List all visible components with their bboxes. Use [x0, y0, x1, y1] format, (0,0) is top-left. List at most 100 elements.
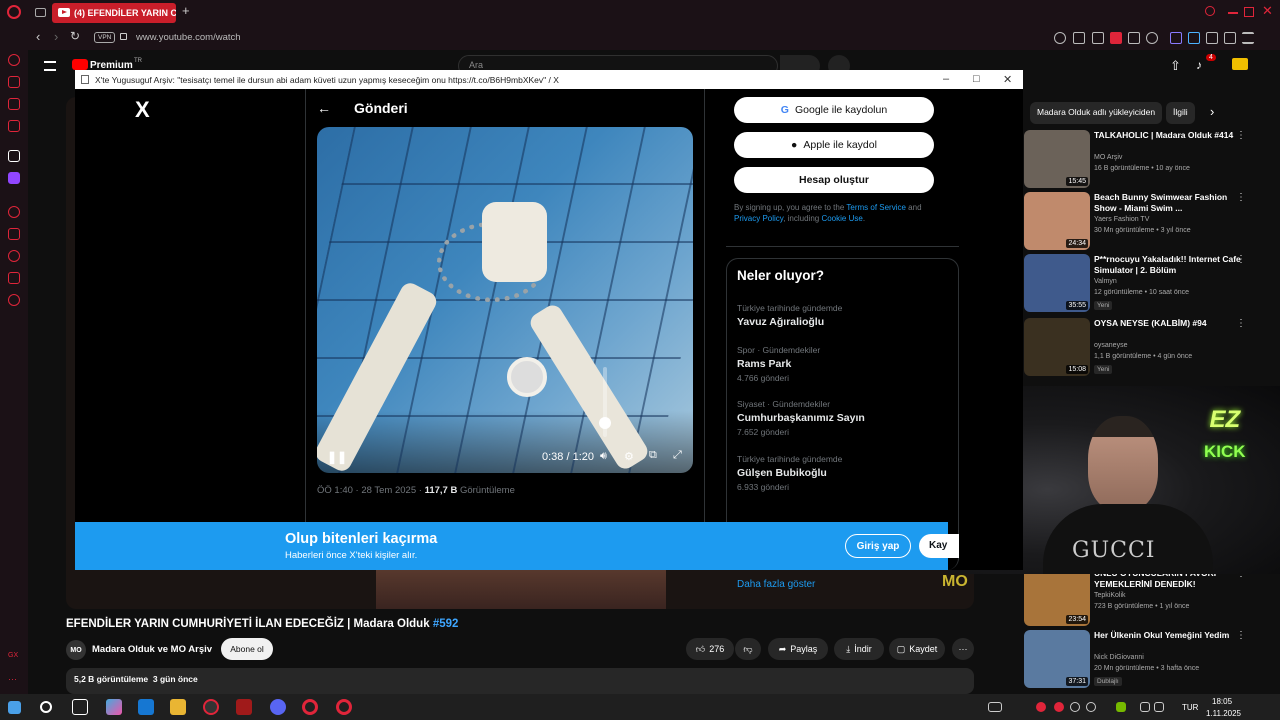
clock-time[interactable]: 18:05 [1212, 697, 1232, 706]
more-sidebar-icon[interactable]: ··· [8, 674, 20, 686]
recommendation-item[interactable]: 23:54 ÜNLÜ OYUNCULARIN FAVORİ YEMEKLERİN… [1024, 568, 1260, 626]
rec-channel[interactable]: Nick DiGiovanni [1094, 654, 1144, 661]
like-button[interactable]: 👍︎ 276 [686, 638, 734, 660]
trend-name[interactable]: Cumhurbaşkanımız Sayın [737, 412, 865, 424]
bag-icon[interactable] [8, 76, 20, 88]
back-arrow-icon[interactable]: ← [317, 100, 331, 116]
history-icon[interactable] [8, 250, 20, 262]
rec-title[interactable]: P**rnocuyu Yakaladık!! Internet Cafe Sim… [1094, 254, 1244, 276]
channel-avatar[interactable]: MO [66, 640, 86, 660]
rec-thumbnail[interactable]: 37:31 [1024, 630, 1090, 688]
rec-title[interactable]: Beach Bunny Swimwear Fashion Show - Miam… [1094, 192, 1244, 214]
ai-icon[interactable] [8, 54, 20, 66]
hashtag-link[interactable]: #592 [433, 618, 459, 630]
tray-app1-icon[interactable] [1036, 702, 1046, 712]
twitch-icon[interactable] [8, 172, 20, 184]
heart-icon[interactable] [1146, 32, 1158, 44]
download-icon[interactable] [1224, 32, 1236, 44]
rec-more-icon[interactable]: ⋮ [1236, 630, 1246, 641]
cookie-link[interactable]: Cookie Use [821, 214, 862, 223]
save-button[interactable]: ▢ Kaydet [889, 638, 945, 660]
trend-name[interactable]: Rams Park [737, 358, 791, 370]
menu-icon[interactable] [1242, 32, 1254, 44]
maximize-button[interactable] [1244, 7, 1254, 17]
rec-title[interactable]: OYSA NEYSE (KALBİM) #94 [1094, 318, 1244, 329]
volume-icon[interactable]: 🔊︎ [600, 450, 607, 463]
rec-thumbnail[interactable]: 15:08 [1024, 318, 1090, 376]
rec-title[interactable]: TALKAHOLIC | Madara Olduk #414 [1094, 130, 1244, 141]
minimize-button[interactable] [1228, 12, 1238, 14]
search-icon[interactable] [40, 701, 52, 713]
more-actions-button[interactable]: ··· [952, 638, 974, 660]
recommendation-item[interactable]: 15:45 TALKAHOLIC | Madara Olduk #414 MO … [1024, 130, 1260, 188]
login-button[interactable]: Giriş yap [845, 534, 911, 558]
settings-icon[interactable] [8, 294, 20, 306]
pin-icon[interactable] [1073, 32, 1085, 44]
trend-name[interactable]: Yavuz Ağıralioğlu [737, 316, 824, 328]
create-account-button[interactable]: Hesap oluştur [734, 167, 934, 193]
bookmarks-icon[interactable] [8, 228, 20, 240]
opera-icon[interactable] [7, 5, 21, 19]
tray-app4-icon[interactable] [1086, 702, 1096, 712]
mail-icon[interactable] [8, 120, 20, 132]
tos-link[interactable]: Terms of Service [846, 203, 906, 212]
privacy-link[interactable]: Privacy Policy [734, 214, 783, 223]
extensions-icon[interactable] [1206, 32, 1218, 44]
language-indicator[interactable]: TUR [1182, 703, 1198, 712]
share-sidebar-icon[interactable] [8, 272, 20, 284]
shield-icon[interactable] [1110, 32, 1122, 44]
youtube-logo[interactable] [72, 59, 88, 70]
tiktok-icon[interactable] [8, 150, 20, 162]
popup-minimize-button[interactable]: – [943, 73, 949, 85]
recommendation-item[interactable]: 35:55 P**rnocuyu Yakaladık!! Internet Ca… [1024, 254, 1260, 312]
bell-icon[interactable]: ♪ [1196, 58, 1202, 72]
rec-channel[interactable]: MO Arşiv [1094, 154, 1122, 161]
vpn-badge[interactable]: VPN [94, 32, 116, 43]
volume-knob[interactable] [599, 417, 611, 429]
pause-icon[interactable]: ❚❚ [327, 450, 347, 464]
discord-icon[interactable] [270, 699, 286, 715]
url-field[interactable]: www.youtube.com/watch [136, 32, 241, 43]
network-icon[interactable] [1140, 702, 1150, 712]
speaker-icon[interactable] [1154, 702, 1164, 712]
fullscreen-icon[interactable]: ⤢ [673, 449, 682, 462]
opera-gx-taskbar-icon[interactable] [203, 699, 219, 715]
upload-icon[interactable]: ⇧ [1170, 58, 1181, 74]
chips-next-icon[interactable]: › [1210, 104, 1214, 119]
back-icon[interactable]: ‹ [36, 29, 40, 44]
task-view-icon[interactable] [72, 699, 88, 715]
search-tabs-icon[interactable] [1205, 6, 1215, 16]
zoom-icon[interactable] [1054, 32, 1066, 44]
explorer-icon[interactable] [170, 699, 186, 715]
trend-name[interactable]: Gülşen Bubikoğlu [737, 467, 827, 479]
recommendation-item[interactable]: 24:34 Beach Bunny Swimwear Fashion Show … [1024, 192, 1260, 250]
opera-gx-alt-icon[interactable] [336, 699, 352, 715]
messenger-icon[interactable] [8, 98, 20, 110]
rec-more-icon[interactable]: ⋮ [1236, 192, 1246, 203]
dislike-button[interactable]: 👎︎ [735, 638, 761, 660]
description-box[interactable]: 5,2 B görüntüleme 3 gün önce [66, 668, 974, 694]
nvidia-icon[interactable] [1116, 702, 1126, 712]
send-icon[interactable] [1128, 32, 1140, 44]
google-signup-button[interactable]: G Google ile kaydolun [734, 97, 934, 123]
tray-app2-icon[interactable] [1054, 702, 1064, 712]
opera-taskbar-icon[interactable] [302, 699, 318, 715]
pip-icon[interactable]: ⧉ [649, 449, 657, 462]
obs-app-icon[interactable] [236, 699, 252, 715]
chip-uploader[interactable]: Madara Olduk adlı yükleyiciden [1030, 102, 1163, 124]
apple-signup-button[interactable]: ● Apple ile kaydol [734, 132, 934, 158]
new-tab-button[interactable]: + [182, 3, 190, 18]
rec-more-icon[interactable]: ⋮ [1236, 254, 1246, 265]
chip-related[interactable]: İlgili [1166, 102, 1195, 124]
show-more-link[interactable]: Daha fazla göster [737, 579, 815, 590]
recommendation-item[interactable]: 15:08 OYSA NEYSE (KALBİM) #94 oysaneyse … [1024, 318, 1260, 376]
copilot-icon[interactable] [106, 699, 122, 715]
forward-icon[interactable]: › [54, 29, 58, 44]
rec-channel[interactable]: Yaers Fashion TV [1094, 216, 1149, 223]
rec-channel[interactable]: Valmyn [1094, 278, 1117, 285]
translate-icon[interactable] [1188, 32, 1200, 44]
tweet-video[interactable]: ❚❚ 0:38 / 1:20 🔊︎ ⚙ ⧉ ⤢ [317, 127, 693, 473]
tab-manager-icon[interactable] [35, 8, 46, 17]
rec-channel[interactable]: oysaneyse [1094, 342, 1127, 349]
rec-thumbnail[interactable]: 24:34 [1024, 192, 1090, 250]
